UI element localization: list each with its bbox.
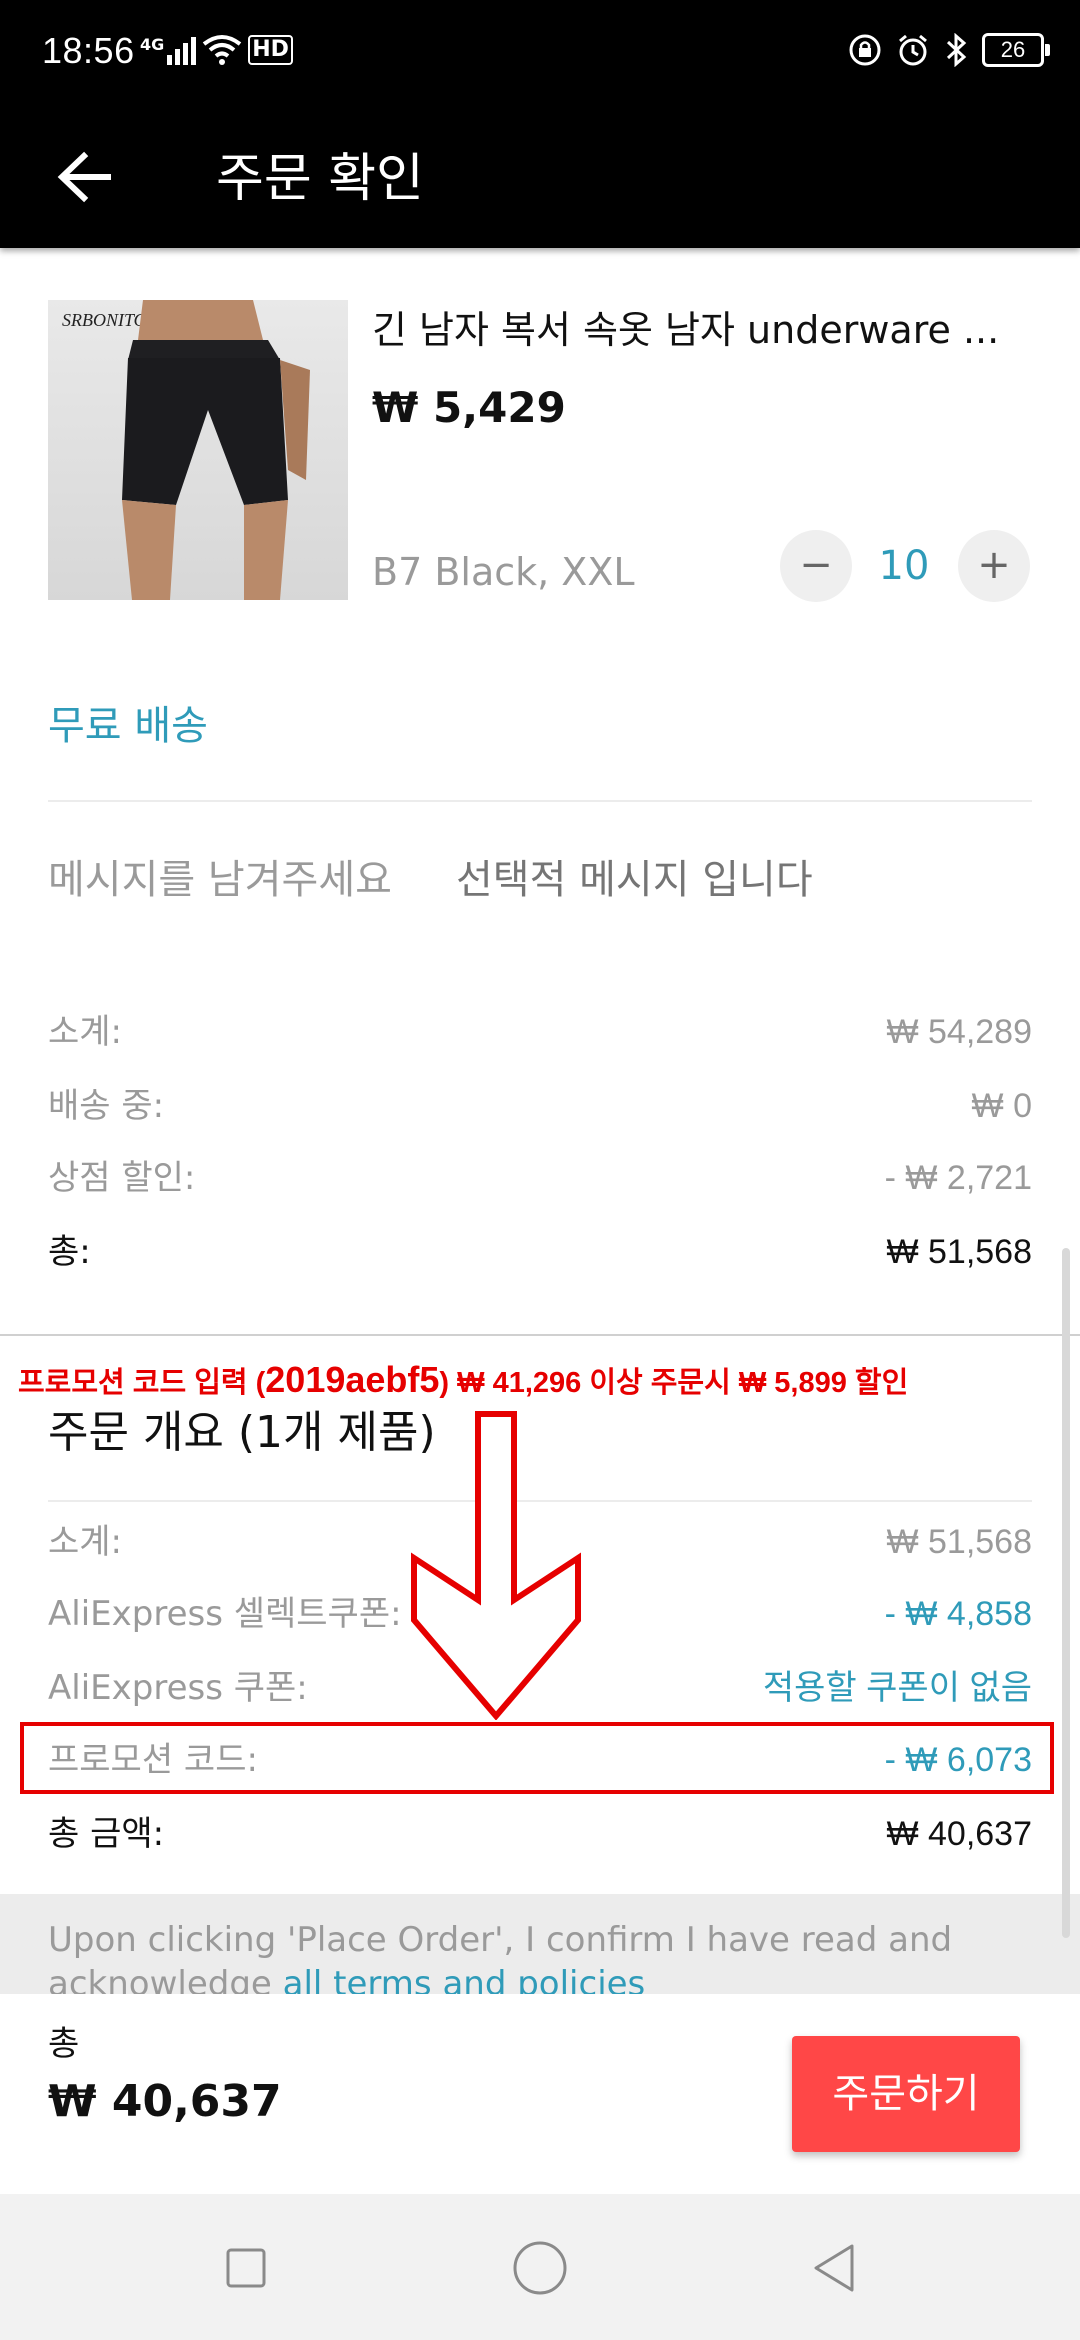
network-type-label: 4G [140, 35, 165, 54]
home-icon[interactable] [510, 2238, 570, 2298]
promo-note-prefix: 프로모션 코드 입력 ( [18, 1367, 266, 1399]
divider [48, 800, 1032, 802]
product-photo-illustration [122, 300, 310, 600]
back-arrow-icon[interactable] [50, 142, 120, 212]
lock-rotation-icon [849, 34, 881, 66]
app-bar: 주문 확인 [0, 110, 1080, 248]
back-nav-icon[interactable] [804, 2238, 864, 2298]
status-bar: 18:56 4G HD 26 [0, 0, 1080, 110]
quantity-decrease-button[interactable]: − [780, 530, 852, 602]
store-discount-label: 상점 할인: [48, 1158, 196, 1198]
grand-total-value: ₩ 40,637 [886, 1815, 1032, 1853]
quantity-value: 10 [878, 543, 930, 589]
store-shipping-value: ₩ 0 [971, 1087, 1032, 1125]
promo-highlight-box [20, 1722, 1054, 1794]
terms-text: Upon clicking 'Place Order', I confirm I… [48, 1918, 1038, 2006]
message-input[interactable] [456, 850, 1036, 910]
section-separator [0, 1334, 1080, 1336]
alarm-icon [899, 34, 927, 66]
summary-subtotal-value: ₩ 51,568 [886, 1523, 1032, 1561]
quantity-increase-button[interactable]: + [958, 530, 1030, 602]
system-nav-bar [0, 2194, 1080, 2340]
recents-icon[interactable] [216, 2238, 276, 2298]
bluetooth-icon [946, 33, 967, 67]
status-time: 18:56 [42, 30, 135, 71]
promo-annotation-note: 프로모션 코드 입력 (2019aebf5) ₩ 41,296 이상 주문시 ₩… [18, 1356, 1078, 1404]
order-summary-title: 주문 개요 (1개 제품) [48, 1407, 436, 1458]
signal-icon: 4G [140, 35, 197, 65]
status-icons-right: 26 [848, 28, 1050, 72]
store-shipping-label: 배송 중: [48, 1086, 165, 1126]
product-variant[interactable]: B7 Black, XXL [372, 542, 635, 602]
product-image[interactable]: SRBONITOS [48, 300, 348, 600]
store-discount-value: - ₩ 2,721 [884, 1159, 1032, 1197]
hd-icon: HD [248, 35, 293, 65]
wifi-icon [203, 35, 242, 65]
product-price: ₩ 5,429 [372, 383, 566, 432]
store-total-value: ₩ 51,568 [886, 1233, 1032, 1271]
bottom-total-amount: ₩ 40,637 [48, 2076, 282, 2127]
coupon-label: AliExpress 쿠폰: [48, 1668, 308, 1708]
annotation-down-arrow-icon [411, 1411, 581, 1720]
select-coupon-value[interactable]: - ₩ 4,858 [885, 1588, 1032, 1640]
shipping-method[interactable]: 무료 배송 [48, 696, 208, 756]
scrollbar[interactable] [1062, 1248, 1070, 1938]
select-coupon-label: AliExpress 셀렉트쿠폰: [48, 1594, 402, 1634]
status-icons-left: 4G HD [140, 28, 293, 72]
promo-note-code: 2019aebf5 [265, 1359, 440, 1400]
bottom-total-label: 총 [48, 2024, 80, 2064]
battery-icon: 26 [982, 33, 1050, 67]
store-subtotal-label: 소계: [48, 1012, 123, 1052]
page-title: 주문 확인 [216, 149, 424, 209]
promo-note-suffix: ) ₩ 41,296 이상 주문시 ₩ 5,899 할인 [439, 1367, 909, 1399]
message-label: 메시지를 남겨주세요 [48, 857, 392, 903]
product-title[interactable]: 긴 남자 복서 속옷 남자 underware ... [372, 300, 1022, 360]
summary-subtotal-label: 소계: [48, 1522, 123, 1562]
store-total-label: 총: [48, 1232, 91, 1272]
grand-total-label: 총 금액: [48, 1814, 165, 1854]
store-subtotal-value: ₩ 54,289 [886, 1013, 1032, 1051]
place-order-button[interactable]: 주문하기 [792, 2036, 1020, 2152]
coupon-value[interactable]: 적용할 쿠폰이 없음 [763, 1662, 1032, 1714]
